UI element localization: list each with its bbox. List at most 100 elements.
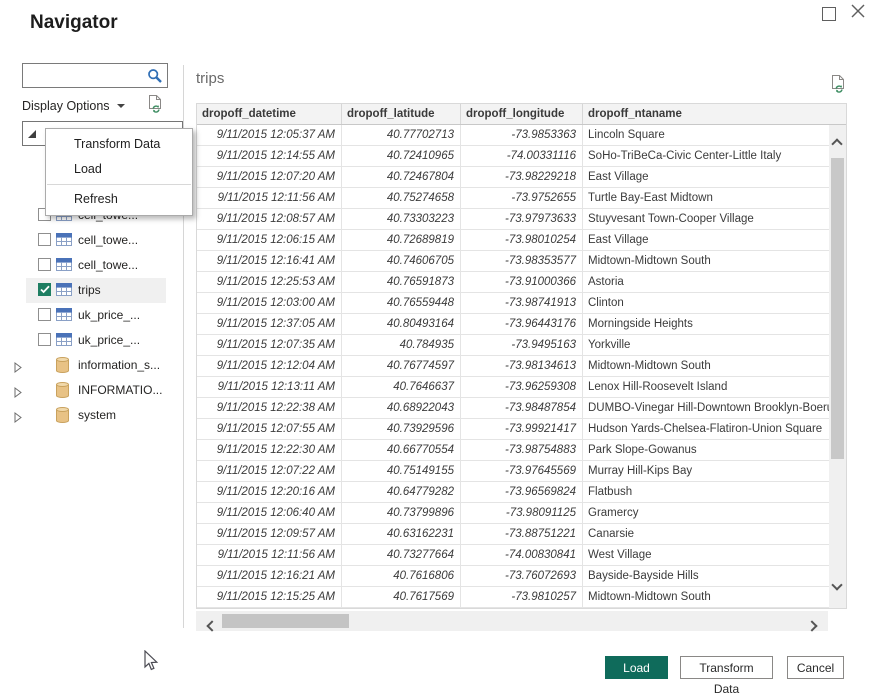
table-checkbox[interactable] bbox=[38, 283, 51, 296]
cell-dropoff-longitude: -73.98010254 bbox=[461, 230, 583, 250]
column-header-dropoff-datetime: dropoff_datetime bbox=[197, 104, 342, 124]
tree-item-cell-towe[interactable]: cell_towe... bbox=[12, 228, 183, 253]
column-header-dropoff-ntaname: dropoff_ntaname bbox=[583, 104, 846, 124]
horizontal-scrollbar[interactable] bbox=[196, 611, 828, 631]
cell-dropoff-datetime: 9/11/2015 12:09:57 AM bbox=[197, 524, 342, 544]
scroll-left-arrow[interactable] bbox=[208, 617, 216, 635]
cell-dropoff-longitude: -73.98754883 bbox=[461, 440, 583, 460]
cell-dropoff-latitude: 40.7646637 bbox=[342, 377, 461, 397]
cell-dropoff-longitude: -73.91000366 bbox=[461, 272, 583, 292]
tree-item-uk-price[interactable]: uk_price_... bbox=[12, 303, 183, 328]
menu-item-refresh[interactable]: Refresh bbox=[46, 187, 192, 212]
cell-dropoff-latitude: 40.73277664 bbox=[342, 545, 461, 565]
cell-dropoff-ntaname: Gramercy bbox=[583, 503, 829, 523]
cell-dropoff-datetime: 9/11/2015 12:16:41 AM bbox=[197, 251, 342, 271]
database-icon bbox=[56, 357, 69, 378]
menu-item-transform-data[interactable]: Transform Data bbox=[46, 132, 192, 157]
table-row: 9/11/2015 12:07:22 AM 40.75149155 -73.97… bbox=[197, 461, 829, 482]
column-header-dropoff-latitude: dropoff_latitude bbox=[342, 104, 461, 124]
tree-item-information-s[interactable]: information_s... bbox=[12, 353, 183, 378]
cell-dropoff-ntaname: Lincoln Square bbox=[583, 125, 829, 145]
tree-item-informatio[interactable]: INFORMATIO... bbox=[12, 378, 183, 403]
cell-dropoff-datetime: 9/11/2015 12:12:04 AM bbox=[197, 356, 342, 376]
maximize-button[interactable] bbox=[822, 7, 836, 21]
cell-dropoff-latitude: 40.77702713 bbox=[342, 125, 461, 145]
cell-dropoff-longitude: -73.98353577 bbox=[461, 251, 583, 271]
cell-dropoff-latitude: 40.73303223 bbox=[342, 209, 461, 229]
refresh-preview-icon[interactable] bbox=[147, 94, 164, 118]
cell-dropoff-ntaname: SoHo-TriBeCa-Civic Center-Little Italy bbox=[583, 146, 829, 166]
table-row: 9/11/2015 12:03:00 AM 40.76559448 -73.98… bbox=[197, 293, 829, 314]
table-checkbox[interactable] bbox=[38, 333, 51, 346]
cell-dropoff-ntaname: Bayside-Bayside Hills bbox=[583, 566, 829, 586]
table-row: 9/11/2015 12:07:55 AM 40.73929596 -73.99… bbox=[197, 419, 829, 440]
cell-dropoff-latitude: 40.73929596 bbox=[342, 419, 461, 439]
cell-dropoff-ntaname: West Village bbox=[583, 545, 829, 565]
refresh-table-icon[interactable] bbox=[830, 74, 847, 98]
tree-item-label: uk_price_... bbox=[78, 333, 140, 347]
cell-dropoff-ntaname: Midtown-Midtown South bbox=[583, 587, 829, 607]
search-icon[interactable] bbox=[147, 68, 163, 89]
table-row: 9/11/2015 12:22:30 AM 40.66770554 -73.98… bbox=[197, 440, 829, 461]
scroll-right-arrow[interactable] bbox=[808, 617, 816, 635]
table-row: 9/11/2015 12:16:41 AM 40.74606705 -73.98… bbox=[197, 251, 829, 272]
tree-item-system[interactable]: system bbox=[12, 403, 183, 428]
table-row: 9/11/2015 12:05:37 AM 40.77702713 -73.98… bbox=[197, 125, 829, 146]
cell-dropoff-longitude: -73.9752655 bbox=[461, 188, 583, 208]
display-options-dropdown[interactable]: Display Options bbox=[22, 99, 125, 113]
search-input[interactable] bbox=[27, 66, 147, 87]
cell-dropoff-ntaname: Morningside Heights bbox=[583, 314, 829, 334]
close-button[interactable] bbox=[849, 2, 867, 20]
cell-dropoff-longitude: -73.88751221 bbox=[461, 524, 583, 544]
table-row: 9/11/2015 12:20:16 AM 40.64779282 -73.96… bbox=[197, 482, 829, 503]
cell-dropoff-ntaname: Murray Hill-Kips Bay bbox=[583, 461, 829, 481]
tree-item-uk-price[interactable]: uk_price_... bbox=[12, 328, 183, 353]
table-checkbox[interactable] bbox=[38, 308, 51, 321]
table-row: 9/11/2015 12:11:56 AM 40.75274658 -73.97… bbox=[197, 188, 829, 209]
cancel-button[interactable]: Cancel bbox=[787, 656, 844, 679]
menu-item-load[interactable]: Load bbox=[46, 157, 192, 182]
cell-dropoff-ntaname: Clinton bbox=[583, 293, 829, 313]
transform-data-button[interactable]: Transform Data bbox=[680, 656, 773, 679]
context-menu: Transform Data Load Refresh bbox=[45, 128, 193, 216]
scroll-down-arrow[interactable] bbox=[833, 576, 841, 594]
table-icon bbox=[56, 308, 72, 326]
cell-dropoff-datetime: 9/11/2015 12:05:37 AM bbox=[197, 125, 342, 145]
cell-dropoff-latitude: 40.76774597 bbox=[342, 356, 461, 376]
cell-dropoff-latitude: 40.72467804 bbox=[342, 167, 461, 187]
tree-item-cell-towe[interactable]: cell_towe... bbox=[12, 253, 183, 278]
table-row: 9/11/2015 12:12:04 AM 40.76774597 -73.98… bbox=[197, 356, 829, 377]
load-button[interactable]: Load bbox=[605, 656, 668, 679]
cell-dropoff-datetime: 9/11/2015 12:07:55 AM bbox=[197, 419, 342, 439]
cell-dropoff-longitude: -73.9495163 bbox=[461, 335, 583, 355]
cell-dropoff-ntaname: Stuyvesant Town-Cooper Village bbox=[583, 209, 829, 229]
expanded-twisty-icon[interactable] bbox=[28, 130, 36, 138]
table-row: 9/11/2015 12:15:25 AM 40.7617569 -73.981… bbox=[197, 587, 829, 608]
collapsed-twisty-icon[interactable] bbox=[14, 410, 22, 428]
cell-dropoff-latitude: 40.72410965 bbox=[342, 146, 461, 166]
cell-dropoff-ntaname: Lenox Hill-Roosevelt Island bbox=[583, 377, 829, 397]
column-header-dropoff-longitude: dropoff_longitude bbox=[461, 104, 583, 124]
vertical-scroll-thumb[interactable] bbox=[831, 158, 844, 459]
menu-separator bbox=[47, 184, 191, 185]
cell-dropoff-latitude: 40.784935 bbox=[342, 335, 461, 355]
cell-dropoff-latitude: 40.66770554 bbox=[342, 440, 461, 460]
tree-item-trips[interactable]: trips bbox=[12, 278, 183, 303]
table-checkbox[interactable] bbox=[38, 258, 51, 271]
display-options-label: Display Options bbox=[22, 99, 110, 113]
collapsed-twisty-icon[interactable] bbox=[14, 385, 22, 403]
table-checkbox[interactable] bbox=[38, 233, 51, 246]
table-row: 9/11/2015 12:14:55 AM 40.72410965 -74.00… bbox=[197, 146, 829, 167]
scroll-up-arrow[interactable] bbox=[833, 135, 841, 153]
cell-dropoff-datetime: 9/11/2015 12:03:00 AM bbox=[197, 293, 342, 313]
table-row: 9/11/2015 12:07:20 AM 40.72467804 -73.98… bbox=[197, 167, 829, 188]
vertical-scrollbar[interactable] bbox=[829, 125, 846, 608]
collapsed-twisty-icon[interactable] bbox=[14, 360, 22, 378]
cell-dropoff-ntaname: East Village bbox=[583, 230, 829, 250]
tree-item-label: INFORMATIO... bbox=[78, 383, 162, 397]
cell-dropoff-longitude: -73.76072693 bbox=[461, 566, 583, 586]
horizontal-scroll-thumb[interactable] bbox=[222, 614, 349, 628]
cell-dropoff-ntaname: Midtown-Midtown South bbox=[583, 251, 829, 271]
cell-dropoff-datetime: 9/11/2015 12:16:21 AM bbox=[197, 566, 342, 586]
cell-dropoff-latitude: 40.80493164 bbox=[342, 314, 461, 334]
